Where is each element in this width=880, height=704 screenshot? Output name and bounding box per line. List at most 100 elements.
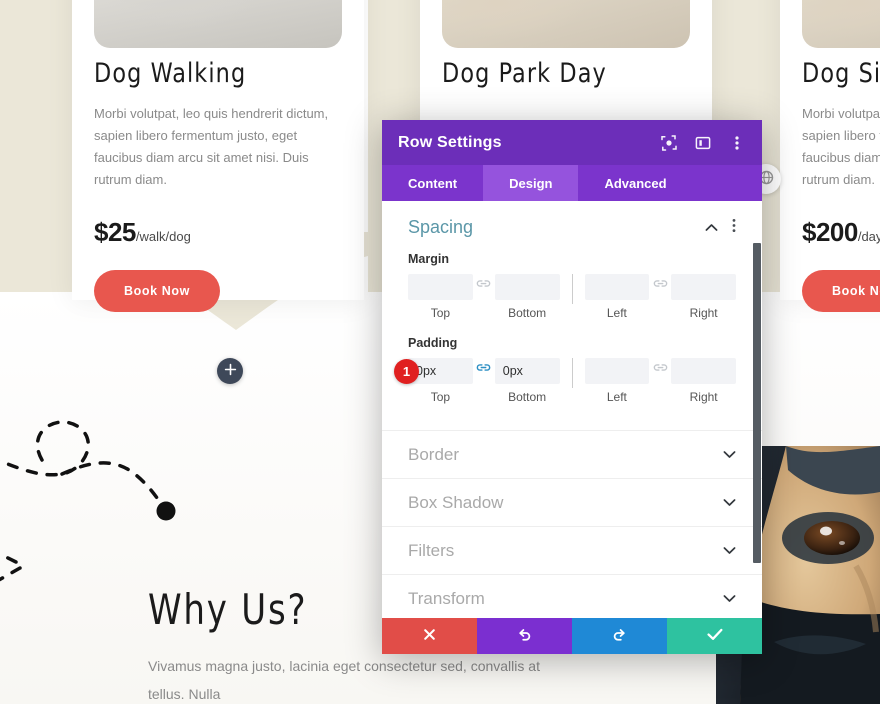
spacing-header-icons bbox=[705, 218, 736, 238]
margin-top-field: Top bbox=[408, 274, 473, 320]
panel-header-icons bbox=[660, 134, 746, 152]
cancel-button[interactable] bbox=[382, 618, 477, 654]
accordion-spacing: Spacing Margin Top Bottom Left Right Pad… bbox=[382, 201, 762, 431]
padding-left-field: Left bbox=[584, 358, 650, 404]
accordion-box-shadow[interactable]: Box Shadow bbox=[382, 479, 762, 527]
photo-background bbox=[442, 0, 690, 48]
margin-top-input[interactable] bbox=[408, 274, 473, 300]
checkmark-icon bbox=[706, 628, 723, 644]
padding-vertical-link-icon[interactable] bbox=[473, 362, 495, 373]
close-x-icon bbox=[423, 628, 436, 644]
spacing-header[interactable]: Spacing bbox=[408, 217, 736, 238]
more-options-icon[interactable] bbox=[728, 134, 746, 152]
panel-scrollbar-thumb[interactable] bbox=[753, 243, 761, 563]
margin-divider bbox=[571, 274, 573, 304]
margin-left-field: Left bbox=[584, 274, 650, 320]
accordion-transform[interactable]: Transform bbox=[382, 575, 762, 618]
box-shadow-title: Box Shadow bbox=[408, 492, 504, 512]
transform-title: Transform bbox=[408, 588, 485, 608]
book-now-button[interactable]: Book Now bbox=[94, 270, 220, 312]
filters-title: Filters bbox=[408, 540, 455, 560]
card-description: Morbi volutpat, leo quis hendrerit dictu… bbox=[94, 106, 329, 187]
padding-vertical-group: Top Bottom bbox=[408, 358, 560, 404]
why-us-description: Vivamus magna justo, lacinia eget consec… bbox=[148, 658, 540, 702]
chevron-down-icon[interactable] bbox=[723, 542, 736, 560]
margin-bottom-caption: Bottom bbox=[508, 306, 547, 320]
padding-bottom-input[interactable] bbox=[494, 358, 560, 384]
chevron-down-icon[interactable] bbox=[723, 446, 736, 464]
card-price-unit: /day/dog bbox=[857, 229, 880, 244]
redo-arrow-icon bbox=[612, 627, 627, 645]
margin-bottom-input[interactable] bbox=[494, 274, 560, 300]
card-body-dog-sitting: Dog Sitting Morbi volutpat, leo quis hen… bbox=[802, 58, 880, 312]
padding-right-caption: Right bbox=[689, 390, 718, 404]
padding-horizontal-group: Left Right bbox=[584, 358, 736, 404]
card-photo-dog-park-day bbox=[442, 0, 690, 48]
margin-top-caption: Top bbox=[430, 306, 451, 320]
card-price: $25/walk/dog bbox=[94, 217, 342, 248]
photo-background bbox=[94, 0, 342, 48]
padding-right-field: Right bbox=[671, 358, 736, 404]
margin-right-input[interactable] bbox=[671, 274, 736, 300]
book-now-button[interactable]: Book Now bbox=[802, 270, 880, 312]
accordion-filters[interactable]: Filters bbox=[382, 527, 762, 575]
padding-left-caption: Left bbox=[606, 390, 627, 404]
panel-header: Row Settings bbox=[382, 120, 762, 165]
margin-left-caption: Left bbox=[606, 306, 627, 320]
accordion-border[interactable]: Border bbox=[382, 431, 762, 479]
margin-right-field: Right bbox=[671, 274, 736, 320]
margin-bottom-field: Bottom bbox=[494, 274, 560, 320]
card-price: $200/day/dog bbox=[802, 217, 880, 248]
padding-top-caption: Top bbox=[430, 390, 451, 404]
padding-fields-row: 1 Top bbox=[394, 358, 736, 404]
undo-arrow-icon bbox=[517, 627, 532, 645]
padding-horizontal-link-icon[interactable] bbox=[649, 362, 671, 373]
chevron-down-icon[interactable] bbox=[723, 494, 736, 512]
tab-content[interactable]: Content bbox=[382, 165, 483, 201]
padding-right-input[interactable] bbox=[671, 358, 736, 384]
panel-tabs: Content Design Advanced bbox=[382, 165, 762, 201]
add-row-button[interactable] bbox=[217, 358, 243, 384]
padding-top-field: Top bbox=[408, 358, 473, 404]
plus-icon bbox=[224, 363, 237, 379]
margin-vertical-link-icon[interactable] bbox=[473, 278, 495, 289]
card-photo-dog-walking bbox=[94, 0, 342, 48]
panel-scrollbar-track[interactable] bbox=[753, 201, 762, 618]
app-screen: Dog Walking Morbi volutpat, leo quis hen… bbox=[0, 0, 880, 704]
tab-advanced[interactable]: Advanced bbox=[578, 165, 692, 201]
margin-horizontal-group: Left Right bbox=[584, 274, 736, 320]
padding-bottom-field: Bottom bbox=[494, 358, 560, 404]
split-view-icon[interactable] bbox=[694, 134, 712, 152]
padding-left-input[interactable] bbox=[584, 358, 650, 384]
card-body-dog-walking: Dog Walking Morbi volutpat, leo quis hen… bbox=[94, 58, 342, 312]
margin-horizontal-link-icon[interactable] bbox=[649, 278, 671, 289]
undo-button[interactable] bbox=[477, 618, 572, 654]
panel-title: Row Settings bbox=[398, 133, 502, 151]
panel-footer bbox=[382, 618, 762, 654]
focus-target-icon[interactable] bbox=[660, 134, 678, 152]
margin-left-input[interactable] bbox=[584, 274, 650, 300]
margin-right-caption: Right bbox=[689, 306, 718, 320]
service-card-dog-walking: Dog Walking Morbi volutpat, leo quis hen… bbox=[72, 0, 364, 312]
card-price-amount: $25 bbox=[94, 217, 136, 247]
padding-label: Padding bbox=[408, 336, 458, 350]
card-body-dog-park-day: Dog Park Day bbox=[442, 58, 690, 89]
card-title: Dog Sitting bbox=[802, 58, 880, 89]
save-button[interactable] bbox=[667, 618, 762, 654]
row-settings-panel: Row Settings Content Design Advanced Spa… bbox=[382, 120, 762, 654]
chevron-down-icon[interactable] bbox=[723, 590, 736, 608]
margin-fields-row: Top Bottom Left Right bbox=[408, 274, 736, 320]
redo-button[interactable] bbox=[572, 618, 667, 654]
card-price-amount: $200 bbox=[802, 217, 858, 247]
tab-design[interactable]: Design bbox=[483, 165, 579, 201]
padding-divider bbox=[571, 358, 573, 388]
service-card-dog-sitting: Dog Sitting Morbi volutpat, leo quis hen… bbox=[780, 0, 880, 312]
border-title: Border bbox=[408, 444, 460, 464]
card-title: Dog Park Day bbox=[442, 58, 607, 89]
photo-background bbox=[802, 0, 880, 48]
spacing-title: Spacing bbox=[408, 217, 474, 237]
padding-modified-badge: 1 bbox=[394, 359, 419, 384]
more-options-icon[interactable] bbox=[732, 218, 736, 238]
padding-bottom-caption: Bottom bbox=[508, 390, 547, 404]
chevron-up-icon[interactable] bbox=[705, 219, 718, 237]
